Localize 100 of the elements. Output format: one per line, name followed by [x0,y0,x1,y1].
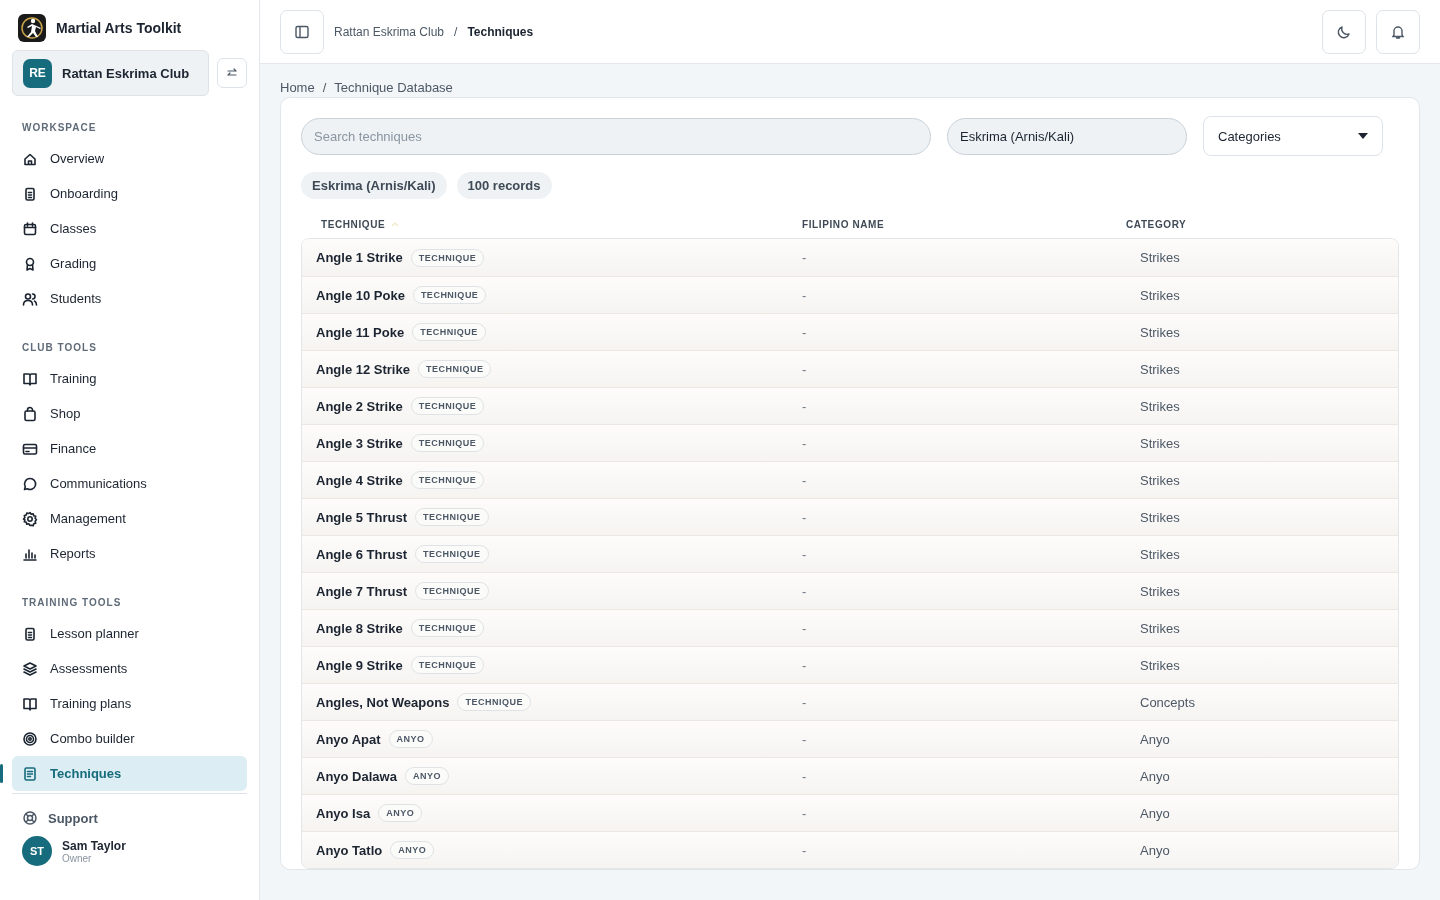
sidebar-toggle-button[interactable] [280,9,324,54]
technique-name: Angle 12 Strike [316,361,410,377]
theme-toggle-button[interactable] [1322,9,1366,54]
sidebar-item[interactable]: Communications [12,466,247,501]
style-filter-field[interactable]: Eskrima (Arnis/Kali) [947,117,1187,155]
sidebar-item[interactable]: Overview [12,141,247,176]
section-heading: TRAINING TOOLS [22,597,123,608]
table-row[interactable]: Angle 3 Strike TECHNIQUE - Strikes [302,424,1398,461]
table-row[interactable]: Angle 4 Strike TECHNIQUE - Strikes [302,461,1398,498]
table-cell-text: - [802,287,808,303]
table-cell-text: - [802,472,808,488]
type-tag: TECHNIQUE [410,619,485,637]
support-link[interactable]: Support [12,804,247,832]
table-row[interactable]: Angle 5 Thrust TECHNIQUE - Strikes [302,498,1398,535]
club-switcher[interactable]: RE Rattan Eskrima Club [12,50,209,96]
users-icon [22,290,38,307]
technique-name: Anyo Dalawa [316,768,397,784]
switch-button[interactable] [217,58,247,88]
table-row[interactable]: Angle 10 Poke TECHNIQUE - Strikes [302,276,1398,313]
breadcrumb-link[interactable]: Rattan Eskrima Club [334,24,445,39]
sidebar-item[interactable]: Grading [12,246,247,281]
type-tag: TECHNIQUE [417,360,492,378]
sidebar-item[interactable]: Onboarding [12,176,247,211]
sidebar-item[interactable]: Lesson planner [12,616,247,651]
sidebar-item[interactable]: Classes [12,211,247,246]
technique-name: Anyo Tatlo [316,842,383,858]
table-row[interactable]: Angle 9 Strike TECHNIQUE - Strikes [302,646,1398,683]
table-cell-text: Anyo [1140,731,1171,747]
table-cell-text: - [802,842,808,858]
table-cell-text: Strikes [1140,509,1181,525]
user-role: Owner [62,852,92,864]
technique-name: Anyo Apat [316,731,381,747]
caret-icon [1358,133,1368,139]
technique-name: Angle 10 Poke [316,287,405,303]
table-row[interactable]: Angle 1 Strike TECHNIQUE - Strikes [302,239,1398,276]
table-cell-text: Strikes [1140,620,1181,636]
type-tag: TECHNIQUE [410,656,485,674]
column-header[interactable]: FILIPINO NAME [802,219,1126,230]
type-tag: TECHNIQUE [415,582,489,600]
table-row[interactable]: Anyo Apat ANYO - Anyo [302,720,1398,757]
chat-bubble-icon [22,475,38,492]
sidebar-item[interactable]: Training [12,361,247,396]
column-header[interactable]: TECHNIQUE [321,219,386,230]
table-cell-text: Strikes [1140,435,1181,451]
sidebar-item[interactable]: Management [12,501,247,536]
technique-name: Angle 5 Thrust [316,509,407,525]
technique-name: Angle 4 Strike [316,472,403,488]
section-heading: CLUB TOOLS [22,342,98,353]
table-cell-text: - [802,731,808,747]
sidebar-item[interactable]: Assessments [12,651,247,686]
table-cell-text: - [802,435,808,451]
search-field[interactable]: Search techniques [301,117,931,155]
layers-icon [22,660,38,677]
sidebar-item[interactable]: Students [12,281,247,316]
table-cell-text: - [802,361,808,377]
clipboard-icon [22,625,38,642]
type-tag: TECHNIQUE [415,545,489,563]
sidebar-item[interactable]: Reports [12,536,247,571]
sidebar-item[interactable]: Combo builder [12,721,247,756]
type-tag: TECHNIQUE [412,323,486,341]
table-cell-text: - [802,583,808,599]
type-tag: TECHNIQUE [410,248,485,267]
breadcrumb-link[interactable]: Home [280,80,315,95]
technique-name: Angle 1 Strike [316,250,403,265]
type-tag: TECHNIQUE [457,693,531,711]
shopping-bag-icon [22,405,38,422]
table-row[interactable]: Anyo Tatlo ANYO - Anyo [302,831,1398,868]
table-cell-text: Anyo [1140,768,1171,784]
table-cell-text: Concepts [1140,694,1196,710]
notifications-button[interactable] [1376,9,1420,54]
table-row[interactable]: Angle 12 Strike TECHNIQUE - Strikes [302,350,1398,387]
sidebar-item[interactable]: Training plans [12,686,247,721]
table-row[interactable]: Angles, Not Weapons TECHNIQUE - Concepts [302,683,1398,720]
type-tag: ANYO [388,730,433,748]
breadcrumb-separator: / [454,24,458,39]
type-tag: TECHNIQUE [410,397,485,415]
table-cell-text: - [802,509,808,525]
table-row[interactable]: Anyo Isa ANYO - Anyo [302,794,1398,831]
column-header[interactable]: CATEGORY [1126,219,1379,230]
type-tag: TECHNIQUE [412,286,487,304]
type-tag: ANYO [378,804,423,822]
sidebar-item[interactable]: Shop [12,396,247,431]
table-row[interactable]: Angle 8 Strike TECHNIQUE - Strikes [302,609,1398,646]
table-row[interactable]: Anyo Dalawa ANYO - Anyo [302,757,1398,794]
club-name: Rattan Eskrima Club [62,65,190,81]
table-cell-text: Strikes [1140,361,1181,377]
table-cell-text: Strikes [1140,657,1181,673]
table-cell-text: - [802,250,808,265]
table-row[interactable]: Angle 7 Thrust TECHNIQUE - Strikes [302,572,1398,609]
logo-icon [18,14,46,42]
type-tag: TECHNIQUE [415,508,489,526]
table-cell-text: Anyo [1140,805,1171,821]
table-row[interactable]: Angle 11 Poke TECHNIQUE - Strikes [302,313,1398,350]
category-dropdown[interactable]: Categories [1203,116,1383,156]
table-row[interactable]: Angle 2 Strike TECHNIQUE - Strikes [302,387,1398,424]
table-cell-text: Anyo [1140,842,1171,858]
calendar-icon [22,220,38,237]
technique-name: Angle 8 Strike [316,620,403,636]
sidebar-item[interactable]: Finance [12,431,247,466]
table-row[interactable]: Angle 6 Thrust TECHNIQUE - Strikes [302,535,1398,572]
